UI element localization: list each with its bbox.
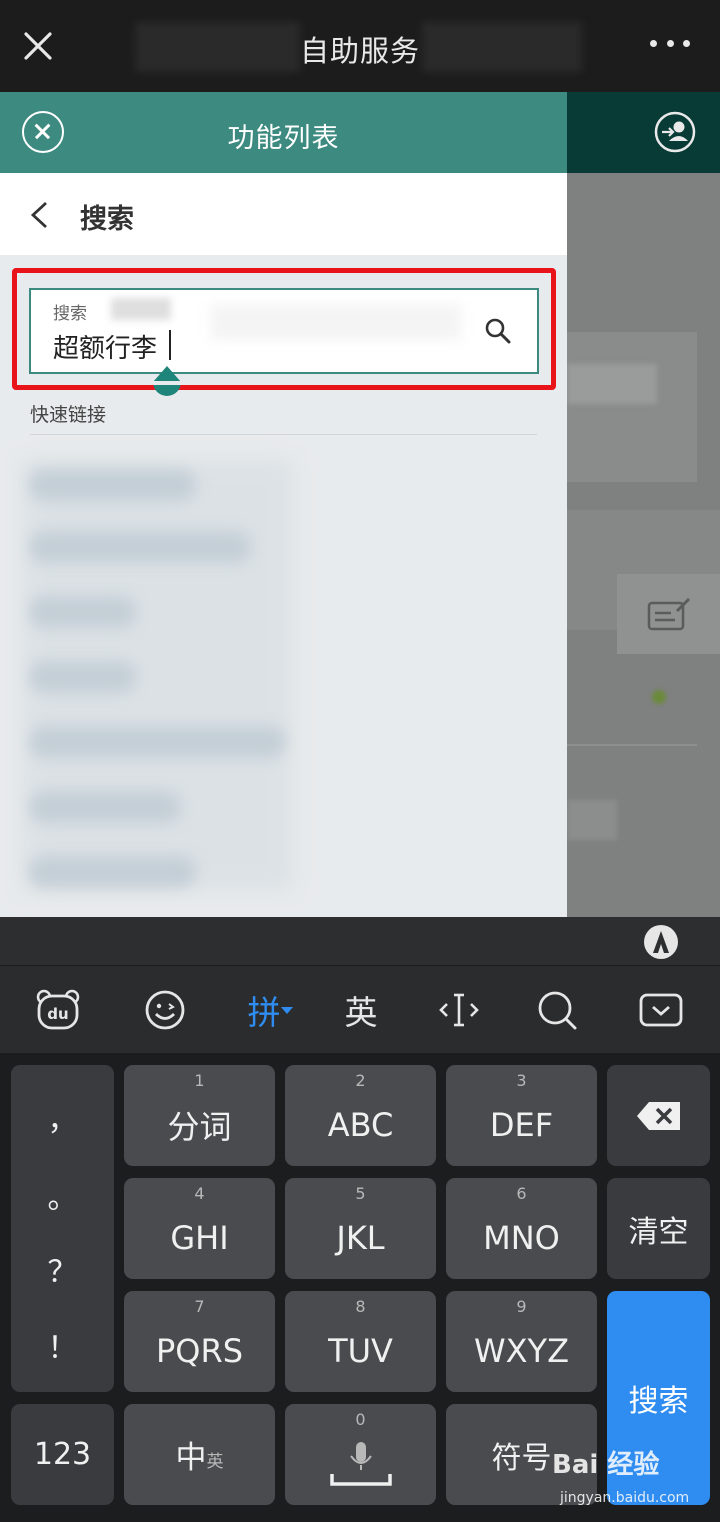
- drawer-header: 功能列表: [0, 92, 567, 173]
- microphone-icon: [329, 1441, 392, 1486]
- cursor-move-icon[interactable]: [434, 984, 484, 1036]
- blurred-link[interactable]: [30, 857, 195, 887]
- punct-comma-key[interactable]: ，: [11, 1095, 114, 1139]
- background-pill: [567, 800, 617, 840]
- du-icon[interactable]: du: [32, 984, 84, 1036]
- pinyin-mode-label: 拼: [247, 993, 281, 1032]
- svg-text:du: du: [47, 1005, 68, 1023]
- divider: [567, 744, 697, 746]
- watermark-brand: Bai 经验: [552, 1450, 660, 1480]
- search-input-value[interactable]: 超额行李: [53, 328, 157, 365]
- function-list-drawer: 功能列表 搜索 搜索 超额行李 快速链接: [0, 92, 567, 917]
- more-icon[interactable]: [650, 40, 690, 52]
- key-9[interactable]: 9 WXYZ: [446, 1291, 597, 1392]
- background-bar: [567, 364, 657, 404]
- punct-exclaim-key[interactable]: ！: [11, 1323, 114, 1367]
- key-8[interactable]: 8 TUV: [285, 1291, 436, 1392]
- key-3[interactable]: 3 DEF: [446, 1065, 597, 1166]
- login-icon[interactable]: [654, 111, 696, 153]
- divider: [30, 434, 537, 435]
- search-icon[interactable]: [484, 317, 512, 345]
- clear-key[interactable]: 清空: [607, 1178, 710, 1279]
- text-cursor: [169, 330, 171, 360]
- key-5[interactable]: 5 JKL: [285, 1178, 436, 1279]
- page-title: 自助服务: [299, 34, 420, 68]
- blurred-text: [111, 298, 171, 320]
- quick-links-label: 快速链接: [30, 404, 107, 426]
- keyboard-toolbar: du 拼 英: [0, 965, 720, 1053]
- key-1[interactable]: 1 分词: [124, 1065, 275, 1166]
- blurred-link[interactable]: [30, 470, 195, 500]
- blurred-link[interactable]: [30, 662, 135, 692]
- blurred-link[interactable]: [30, 532, 250, 562]
- cursor-handle-icon[interactable]: [150, 362, 184, 404]
- background-card: [567, 332, 697, 482]
- key-4[interactable]: 4 GHI: [124, 1178, 275, 1279]
- blurred-link[interactable]: [30, 792, 180, 822]
- english-mode-tab[interactable]: 英: [336, 984, 386, 1036]
- status-dot: [652, 690, 666, 704]
- keyboard-mascot-icon[interactable]: [642, 923, 680, 961]
- language-switch-key[interactable]: 中 英: [124, 1404, 275, 1505]
- caret-down-icon: [280, 1007, 293, 1014]
- backspace-key[interactable]: [607, 1065, 710, 1166]
- background-header: [567, 92, 720, 173]
- note-icon: [647, 597, 691, 631]
- background-page: [567, 92, 720, 917]
- breadcrumb-label: 搜索: [80, 204, 134, 235]
- emoji-icon[interactable]: [140, 984, 190, 1036]
- keyboard-search-icon[interactable]: [532, 984, 582, 1036]
- punct-period-key[interactable]: 。: [11, 1173, 114, 1217]
- watermark-url: jingyan.baidu.com: [560, 1490, 690, 1506]
- key-2[interactable]: 2 ABC: [285, 1065, 436, 1166]
- key-7[interactable]: 7 PQRS: [124, 1291, 275, 1392]
- back-chevron-icon[interactable]: [28, 200, 52, 230]
- blurred-text: [211, 304, 461, 340]
- space-key[interactable]: 0: [285, 1404, 436, 1505]
- hide-keyboard-icon[interactable]: [636, 984, 686, 1036]
- punct-question-key[interactable]: ？: [11, 1247, 114, 1291]
- breadcrumb: 搜索: [0, 173, 567, 255]
- blurred-link[interactable]: [30, 597, 135, 627]
- watermark: Bai 经验 jingyan.baidu.com: [548, 1442, 718, 1512]
- punctuation-column[interactable]: ， 。 ？ ！: [11, 1065, 114, 1392]
- pinyin-mode-tab[interactable]: 拼: [240, 984, 300, 1036]
- backspace-icon: [636, 1101, 680, 1130]
- english-mode-label: 英: [344, 993, 378, 1032]
- blurred-link[interactable]: [30, 727, 285, 757]
- search-field-label: 搜索: [53, 304, 87, 324]
- numeric-mode-key[interactable]: 123: [11, 1404, 114, 1505]
- drawer-title: 功能列表: [227, 123, 340, 154]
- key-6[interactable]: 6 MNO: [446, 1178, 597, 1279]
- search-input[interactable]: 搜索 超额行李: [29, 288, 539, 374]
- nav-bar: 自助服务: [0, 0, 720, 92]
- keyboard-top-bar: [0, 917, 720, 965]
